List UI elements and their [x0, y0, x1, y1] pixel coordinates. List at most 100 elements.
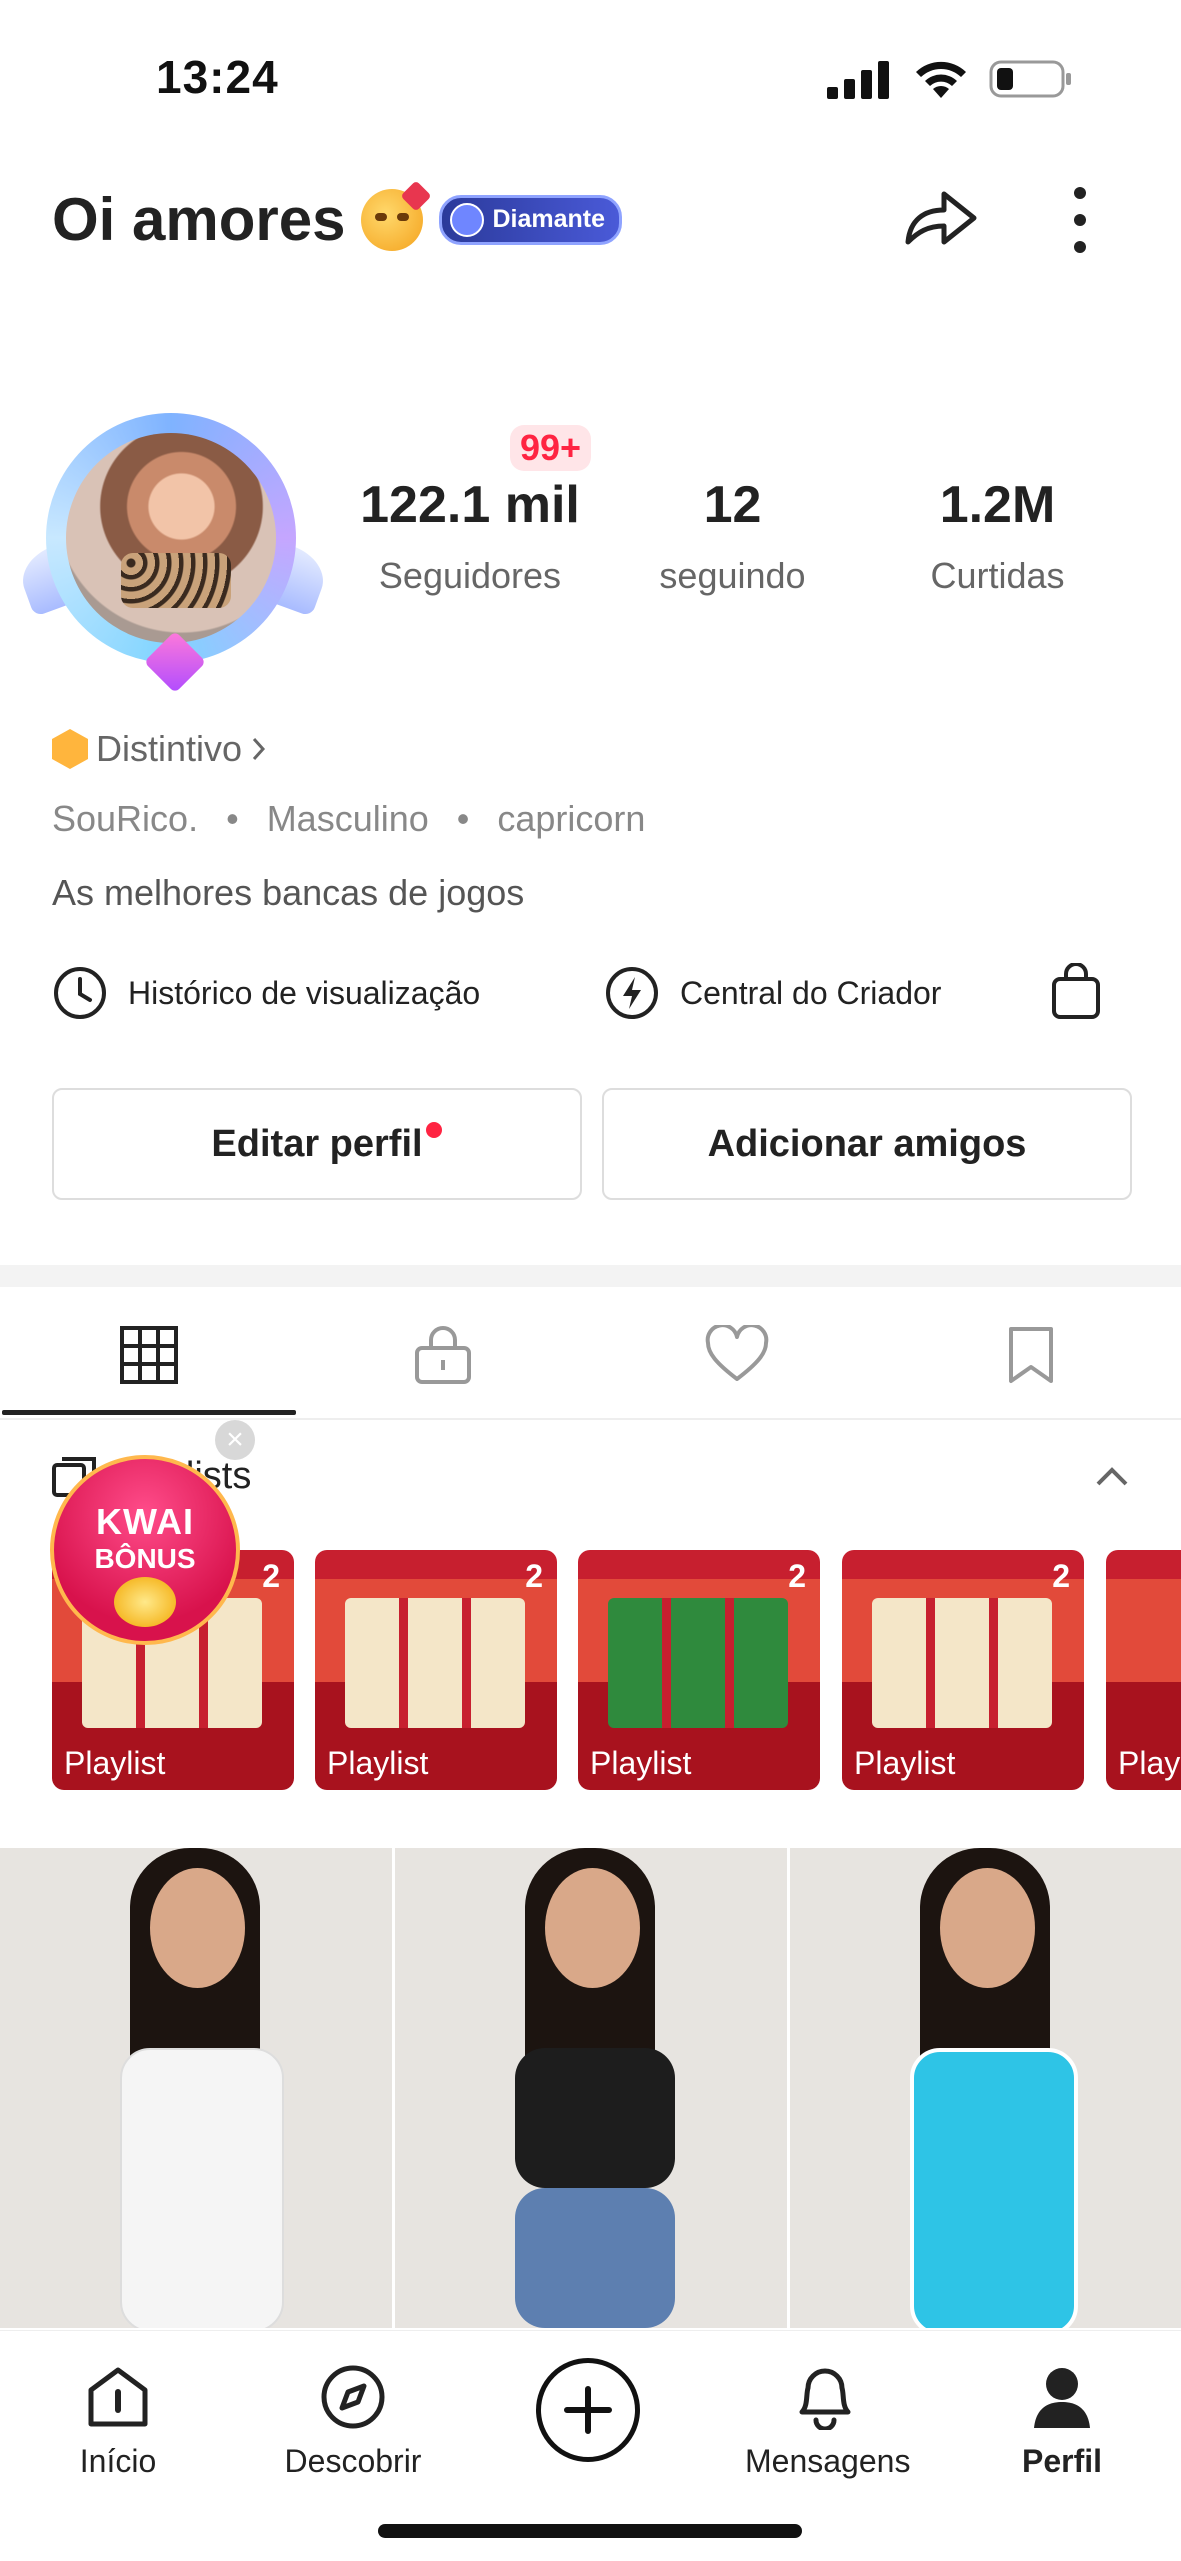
- playlist-card[interactable]: 2 Playlist: [578, 1550, 820, 1790]
- distintivo-label: Distintivo: [96, 728, 243, 769]
- playlist-count: 2: [1052, 1558, 1070, 1594]
- meta-item: SouRico.: [52, 798, 199, 839]
- tab-posts[interactable]: [114, 1320, 184, 1390]
- playlist-label: Playlist: [854, 1745, 956, 1781]
- following-stat[interactable]: 12 seguindo: [630, 475, 835, 597]
- likes-label: Curtidas: [930, 555, 1065, 596]
- video-thumbnail[interactable]: [0, 1848, 392, 2328]
- profile-bio: As melhores bancas de jogos: [52, 872, 525, 913]
- wifi-icon: [916, 61, 966, 98]
- grid-icon: [120, 1326, 178, 1384]
- home-icon: [88, 2367, 148, 2427]
- followers-count: 122.1 mil: [360, 476, 580, 534]
- tab-saved[interactable]: [996, 1320, 1066, 1390]
- video-thumbnail[interactable]: [790, 1848, 1181, 2328]
- profile-title: Oi amores: [52, 186, 346, 253]
- bookmark-icon: [1009, 1327, 1053, 1383]
- more-options-button[interactable]: [1060, 185, 1100, 255]
- playlist-label: Play: [1118, 1745, 1181, 1781]
- nav-home-label: Início: [79, 2443, 157, 2479]
- playlist-card[interactable]: 2 Playlist: [315, 1550, 557, 1790]
- badge-icon: [450, 202, 485, 237]
- likes-stat[interactable]: 1.2M Curtidas: [890, 475, 1105, 597]
- following-count: 12: [703, 476, 762, 534]
- playlist-label: Playlist: [64, 1745, 166, 1781]
- heart-icon: [705, 1325, 769, 1381]
- following-label: seguindo: [659, 555, 806, 596]
- share-icon: [905, 191, 977, 245]
- kwai-bonus-line1: KWAI: [96, 1501, 194, 1542]
- add-friends-button[interactable]: Adicionar amigos: [602, 1088, 1132, 1200]
- nav-profile-label: Perfil: [1021, 2443, 1103, 2479]
- meta-item: Masculino: [266, 798, 429, 839]
- tab-divider: [0, 1418, 1181, 1420]
- playlist-count: 2: [262, 1558, 280, 1594]
- shopping-bag-icon: [1052, 962, 1100, 1019]
- distintivo-link[interactable]: Distintivo: [52, 728, 268, 770]
- smiling-face-hearts-icon: [361, 179, 433, 251]
- profile-header: Oi amores Diamante: [52, 179, 623, 254]
- meta-separator: •: [226, 798, 239, 839]
- playlist-label: Playlist: [327, 1745, 429, 1781]
- playlist-count: 2: [525, 1558, 543, 1594]
- edit-profile-label: Editar perfil: [211, 1122, 423, 1165]
- video-thumbnail[interactable]: [395, 1848, 787, 2328]
- kwai-bonus-widget[interactable]: KWAI BÔNUS: [50, 1455, 240, 1645]
- edit-profile-button[interactable]: Editar perfil: [52, 1088, 582, 1200]
- nav-messages[interactable]: Mensagens: [745, 2361, 910, 2480]
- notification-badge: 99+: [510, 425, 592, 471]
- likes-count: 1.2M: [939, 476, 1056, 534]
- status-icons: [827, 58, 1073, 100]
- more-vertical-icon: [1074, 187, 1086, 253]
- person-icon: [1034, 2368, 1090, 2428]
- lock-icon: [415, 1326, 471, 1384]
- creator-center-label: Central do Criador: [680, 974, 942, 1011]
- signal-icon: [827, 61, 889, 99]
- active-tab-indicator: [2, 1410, 296, 1415]
- playlist-card[interactable]: 2 Playlist: [842, 1550, 1084, 1790]
- status-time: 13:24: [156, 51, 279, 103]
- level-badge-label: Diamante: [492, 205, 606, 233]
- followers-label: Seguidores: [378, 555, 562, 596]
- nav-home[interactable]: Início: [38, 2361, 198, 2480]
- collapse-playlists-button[interactable]: [1092, 1462, 1132, 1492]
- history-label: Histórico de visualização: [128, 974, 481, 1011]
- tab-likes[interactable]: [702, 1320, 772, 1390]
- bell-icon: [799, 2368, 851, 2430]
- history-link[interactable]: Histórico de visualização: [52, 965, 480, 1021]
- nav-discover[interactable]: Descobrir: [273, 2361, 433, 2480]
- create-post-button[interactable]: [536, 2358, 640, 2462]
- creator-center-link[interactable]: Central do Criador: [604, 965, 941, 1021]
- kwai-bonus-line2: BÔNUS: [94, 1543, 196, 1574]
- meta-separator: •: [456, 798, 470, 839]
- close-kwai-bonus-button[interactable]: ×: [215, 1420, 255, 1460]
- coin-icon: [114, 1577, 176, 1627]
- lightning-icon: [606, 967, 658, 1019]
- playlist-count: 2: [788, 1558, 806, 1594]
- share-button[interactable]: [900, 180, 980, 260]
- battery-icon: [989, 60, 1071, 98]
- distintivo-icon: [52, 729, 88, 769]
- clock-icon: [54, 967, 106, 1019]
- profile-meta: SouRico. • Masculino • capricorn: [52, 798, 645, 840]
- level-badge[interactable]: Diamante: [439, 194, 623, 245]
- tab-private[interactable]: [408, 1320, 478, 1390]
- compass-icon: [321, 2365, 385, 2429]
- shop-button[interactable]: [1050, 962, 1102, 1021]
- notification-dot: [426, 1122, 442, 1138]
- nav-profile[interactable]: Perfil: [982, 2361, 1142, 2480]
- nav-discover-label: Descobrir: [284, 2443, 422, 2479]
- nav-messages-label: Mensagens: [745, 2443, 911, 2479]
- section-divider: [0, 1265, 1181, 1287]
- followers-stat[interactable]: 122.1 mil Seguidores: [345, 475, 595, 597]
- avatar[interactable]: [14, 395, 332, 694]
- home-indicator: [378, 2524, 802, 2538]
- meta-item: capricorn: [497, 798, 646, 839]
- add-friends-label: Adicionar amigos: [707, 1122, 1027, 1165]
- playlist-label: Playlist: [590, 1745, 692, 1781]
- playlist-card[interactable]: Play: [1106, 1550, 1181, 1790]
- avatar-photo: [66, 433, 276, 643]
- chevron-right-icon: [252, 737, 266, 761]
- chevron-up-icon: [1096, 1467, 1128, 1486]
- plus-icon: [564, 2386, 612, 2434]
